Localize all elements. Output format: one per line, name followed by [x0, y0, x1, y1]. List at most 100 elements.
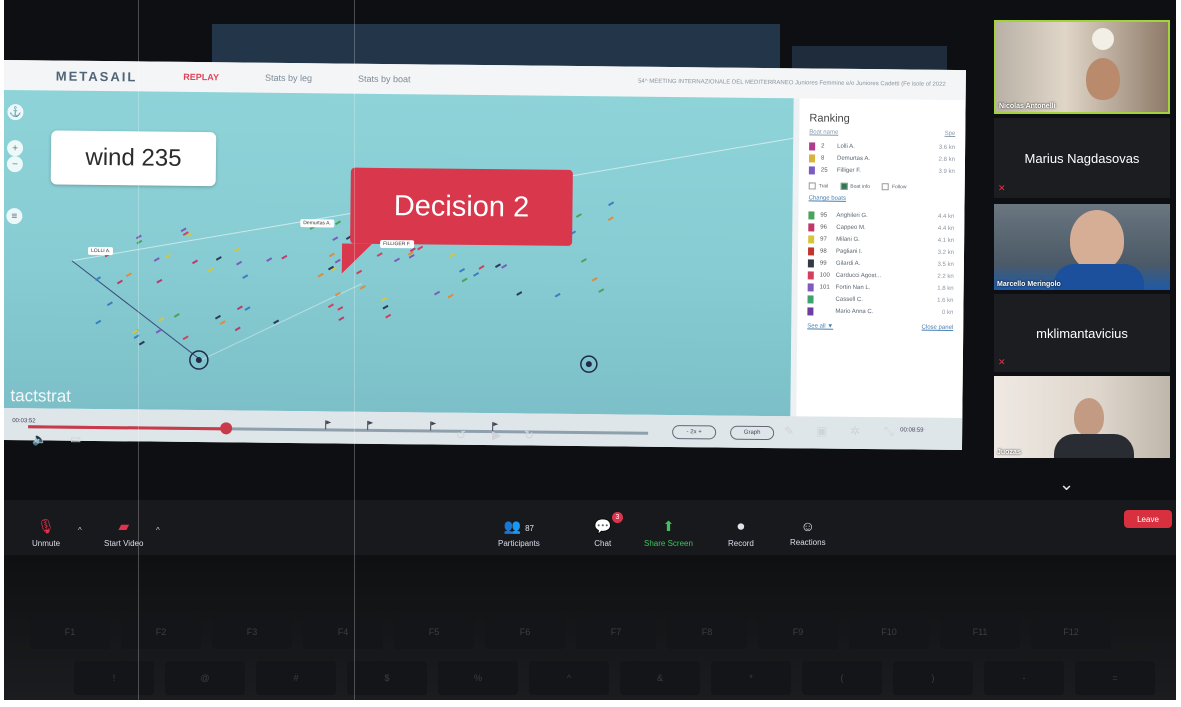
boat-marker — [608, 201, 615, 207]
keyboard-key: ! — [74, 661, 154, 695]
see-all-link[interactable]: See all ▼ — [807, 323, 833, 329]
captions-icon[interactable]: ▭ — [70, 432, 81, 446]
ranking-speed: 4.1 kn — [937, 237, 955, 244]
mark-buoy-icon — [195, 357, 202, 364]
follow-checkbox[interactable]: Follow — [881, 183, 907, 190]
boat-marker — [334, 291, 341, 297]
ranking-boat-name: Cappeo M. — [836, 224, 866, 232]
ranking-speed: 3.2 kn — [937, 249, 955, 256]
boat-tag-lolli[interactable]: LOLLI A. — [87, 246, 114, 256]
boat-flag-icon — [807, 247, 815, 256]
more-icon[interactable]: ⋯ — [914, 422, 926, 436]
gallery-scroll-chevron-icon[interactable]: ⌄ — [1059, 474, 1074, 495]
boat-marker — [215, 256, 222, 261]
keyboard-key: # — [256, 661, 336, 695]
participant-name: mklimantavicius — [1036, 325, 1128, 341]
boat-marker — [328, 252, 335, 258]
zoom-out-icon[interactable]: − — [6, 156, 23, 173]
mark-buoy-icon — [585, 361, 592, 368]
ranking-row[interactable]: 25 Filliger F. 3.9 kn — [808, 164, 955, 178]
tab-stats-by-leg[interactable]: Stats by leg — [265, 73, 312, 83]
participant-tile-4[interactable]: mklimantavicius ✕ — [994, 294, 1170, 372]
play-icon[interactable]: ▶ — [492, 428, 501, 442]
boat-marker — [138, 340, 145, 346]
boat-tag-demurtas[interactable]: Demurtas A. — [300, 219, 334, 228]
participant-tile-2[interactable]: Marius Nagdasovas ✕ — [994, 118, 1170, 198]
participant-face — [1074, 398, 1104, 436]
keyboard-key: F2 — [121, 615, 201, 649]
boat-marker — [417, 245, 424, 251]
ranking-position: 100 — [819, 272, 830, 279]
reactions-button[interactable]: ☺ Reactions — [790, 518, 826, 547]
boat-marker — [236, 305, 243, 311]
participant-face — [1070, 210, 1124, 270]
boat-marker — [158, 316, 165, 322]
keyboard-key: - — [984, 661, 1064, 695]
keyboard-key: F8 — [667, 615, 747, 649]
video-options-chevron-icon[interactable]: ^ — [156, 526, 160, 535]
boat-marker — [242, 274, 249, 279]
graph-button[interactable]: Graph — [730, 425, 775, 441]
boat-flag-icon — [808, 211, 815, 220]
boat-marker — [385, 313, 392, 319]
participants-button[interactable]: 👥 87 Participants — [498, 518, 540, 548]
boat-flag-icon — [807, 259, 814, 268]
collapse-icon[interactable]: ⤡ — [884, 424, 894, 439]
boat-tag-filliger[interactable]: FILLIGER F. — [380, 239, 414, 249]
boat-marker — [186, 232, 193, 237]
boat-marker — [459, 268, 466, 273]
fit-screen-icon[interactable]: ▣ — [816, 424, 827, 438]
meeting-toolbar: 🎙 Unmute ^ ▰ Start Video ^ 👥 87 Particip… — [4, 500, 1176, 555]
forward-30-icon[interactable]: ↻ — [524, 428, 534, 442]
rewind-10-icon[interactable]: ↺ — [456, 428, 466, 442]
reactions-icon: ☺ — [800, 518, 815, 534]
ranking-boat-name: Fortin Nan L. — [835, 284, 871, 292]
tab-stats-by-boat[interactable]: Stats by boat — [358, 74, 411, 85]
zoom-in-icon[interactable]: + — [6, 140, 24, 157]
ranking-speed: 2.8 kn — [938, 156, 956, 163]
chat-button[interactable]: 💬 3 Chat — [594, 512, 623, 548]
timeline-scrubber[interactable] — [220, 422, 233, 435]
keyboard-key: % — [438, 661, 518, 695]
layers-icon[interactable]: ≡ — [6, 208, 23, 225]
header-speed[interactable]: Spe — [945, 131, 956, 137]
boat-marker — [554, 292, 561, 298]
chat-badge: 3 — [612, 512, 623, 523]
boat-marker — [408, 253, 415, 259]
header-boat-name[interactable]: Boat name — [809, 129, 838, 135]
unmute-button[interactable]: 🎙 Unmute — [32, 518, 60, 548]
scan-line — [354, 0, 355, 700]
wind-label: wind 235 — [50, 130, 217, 187]
ranking-boat-name: Demurtas A. — [836, 155, 871, 163]
boat-marker — [125, 272, 132, 278]
tab-replay[interactable]: REPLAY — [183, 72, 219, 82]
close-panel-link[interactable]: Close panel — [922, 325, 954, 331]
participant-tile-5[interactable]: Juozas — [994, 376, 1170, 458]
boat-flag-icon — [808, 223, 815, 232]
share-screen-button[interactable]: ⬆ Share Screen — [644, 518, 693, 548]
audio-options-chevron-icon[interactable]: ^ — [78, 526, 82, 535]
race-map[interactable]: ⚓ + − ≡ wind 235 Decision 2 Demurtas A. … — [4, 89, 794, 417]
volume-icon[interactable]: 🔈 — [32, 432, 47, 446]
leave-button[interactable]: Leave — [1124, 510, 1172, 528]
ranking-position: 99 — [819, 260, 827, 267]
participant-tile-1[interactable]: Nicolas Antonelli — [994, 20, 1170, 114]
boat-marker — [382, 304, 389, 310]
boat-marker — [106, 301, 113, 307]
ranking-boat-name: Cassell C. — [835, 296, 863, 304]
trail-checkbox[interactable]: Trail — [808, 182, 829, 190]
keyboard-key: = — [1075, 661, 1155, 695]
settings-icon[interactable]: ✲ — [850, 424, 860, 438]
annotate-icon[interactable]: ✎ — [784, 424, 794, 438]
record-button[interactable]: ⏺ Record — [728, 518, 754, 548]
keyboard-key: F7 — [576, 615, 656, 649]
participant-face — [1086, 58, 1120, 100]
change-boats-link[interactable]: Change boats — [809, 195, 955, 203]
boat-flag-icon — [809, 142, 816, 151]
keyboard-key: F11 — [940, 615, 1020, 649]
participant-tile-3[interactable]: Marcello Meringolo — [994, 204, 1170, 290]
boat-info-checkbox[interactable]: Boat info — [840, 182, 870, 190]
speed-control[interactable]: - 2x + — [672, 425, 717, 440]
ranking-row[interactable]: Mario Anna C. 0 kn — [807, 305, 953, 319]
boat-marker — [407, 250, 414, 256]
